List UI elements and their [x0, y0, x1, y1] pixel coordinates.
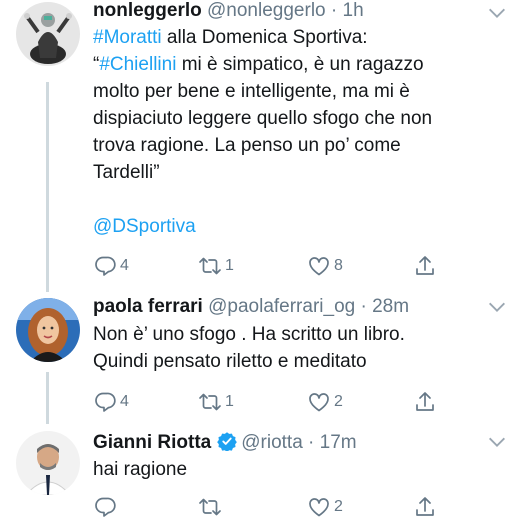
tweet-text-segment: molto per bene e intelligente, ma mi è: [93, 81, 410, 102]
author-name[interactable]: paola ferrari: [93, 296, 203, 317]
tweet-header: nonleggerlo @nonleggerlo · 1h: [93, 0, 364, 22]
timestamp[interactable]: · 1h: [331, 0, 364, 21]
chevron-down-icon[interactable]: [486, 2, 508, 24]
author-handle[interactable]: @paolaferrari_og: [208, 296, 355, 317]
tweet-text-line: Non è’ uno sfogo . Ha scritto un libro.: [93, 321, 503, 348]
tweet-text-segment: alla Domenica Sportiva:: [161, 27, 368, 48]
tweet-text-line: Quindi pensato riletto e meditato: [93, 348, 503, 375]
retweet-button[interactable]: 1: [198, 390, 234, 414]
tweet-text-segment: dispiaciuto leggere quello sfogo che non: [93, 108, 433, 129]
tweet-text-line: hai ragione: [93, 456, 503, 483]
share-icon: [416, 392, 434, 411]
tweet-text-segment: mi è simpatico, è un ragazzo: [176, 54, 424, 75]
tweet-text-line: Tardelli”: [93, 159, 503, 186]
tweet-text-line: molto per bene e intelligente, ma mi è: [93, 78, 503, 105]
like-button[interactable]: 8: [307, 254, 343, 278]
share-button[interactable]: [413, 390, 437, 414]
author-name[interactable]: Gianni Riotta: [93, 432, 211, 453]
like-count: 8: [334, 257, 343, 274]
tweet-text-segment: Tardelli”: [93, 162, 160, 183]
reply-icon: [95, 392, 116, 412]
tweet-text-line: dispiaciuto leggere quello sfogo che non: [93, 105, 503, 132]
tweet-text-line: @DSportiva: [93, 213, 503, 240]
heart-icon: [309, 393, 329, 412]
share-button[interactable]: [413, 254, 437, 278]
chevron-down-icon[interactable]: [486, 296, 508, 318]
avatar[interactable]: [16, 2, 80, 66]
tweet-text-line: trova ragione. La penso un po’ come: [93, 132, 503, 159]
reply-button[interactable]: 4: [93, 254, 129, 278]
avatar[interactable]: [16, 298, 80, 362]
author-handle[interactable]: @nonleggerlo: [207, 0, 326, 21]
share-icon: [416, 256, 434, 275]
reply-count: 4: [120, 393, 129, 410]
tweet-gianni-riotta[interactable]: Gianni Riotta @riotta · 17m hai ragione 2: [0, 425, 528, 517]
retweet-button[interactable]: [198, 495, 225, 519]
retweet-icon: [199, 257, 221, 275]
timestamp[interactable]: · 28m: [360, 296, 409, 317]
verified-badge-icon: [217, 432, 238, 451]
tweet-nonleggerlo[interactable]: nonleggerlo @nonleggerlo · 1h #Moratti a…: [0, 0, 528, 290]
reply-icon: [95, 497, 116, 517]
tweet-text-line: “#Chiellini mi è simpatico, è un ragazzo: [93, 51, 503, 78]
tweet-header: paola ferrari @paolaferrari_og · 28m: [93, 296, 409, 318]
like-count: 2: [334, 498, 343, 515]
share-button[interactable]: [413, 495, 437, 519]
heart-icon: [309, 257, 329, 276]
like-button[interactable]: 2: [307, 495, 343, 519]
author-handle[interactable]: @riotta: [241, 432, 303, 453]
tweet-text: hai ragione: [93, 456, 503, 483]
like-button[interactable]: 2: [307, 390, 343, 414]
reply-button[interactable]: [93, 495, 120, 519]
hashtag-link[interactable]: #Chiellini: [99, 54, 176, 75]
chevron-down-icon[interactable]: [486, 431, 508, 453]
timestamp[interactable]: · 17m: [308, 432, 357, 453]
like-count: 2: [334, 393, 343, 410]
retweet-icon: [199, 393, 221, 411]
tweet-text-line: [93, 186, 503, 213]
retweet-icon: [199, 498, 221, 516]
reply-count: 4: [120, 257, 129, 274]
tweet-paola-ferrari[interactable]: paola ferrari @paolaferrari_og · 28m Non…: [0, 290, 528, 425]
tweet-text-segment: hai ragione: [93, 459, 188, 480]
hashtag-link[interactable]: #Moratti: [93, 27, 162, 48]
tweet-text-segment: Non è’ uno sfogo . Ha scritto un libro.: [93, 324, 405, 345]
retweet-button[interactable]: 1: [198, 254, 234, 278]
mention-link[interactable]: @DSportiva: [93, 216, 196, 237]
tweet-text-line: #Moratti alla Domenica Sportiva:: [93, 24, 503, 51]
heart-icon: [309, 498, 329, 517]
share-icon: [416, 497, 434, 516]
reply-button[interactable]: 4: [93, 390, 129, 414]
author-name[interactable]: nonleggerlo: [93, 0, 202, 21]
tweet-text: Non è’ uno sfogo . Ha scritto un libro. Q…: [93, 321, 503, 375]
retweet-count: 1: [225, 257, 234, 274]
reply-icon: [95, 256, 116, 276]
tweet-text-segment: Quindi pensato riletto e meditato: [93, 351, 367, 372]
tweet-text: #Moratti alla Domenica Sportiva: “#Chiell…: [93, 24, 503, 240]
avatar[interactable]: [16, 431, 80, 495]
tweet-text-segment: trova ragione. La penso un po’ come: [93, 135, 401, 156]
retweet-count: 1: [225, 393, 234, 410]
tweet-header: Gianni Riotta @riotta · 17m: [93, 431, 357, 454]
